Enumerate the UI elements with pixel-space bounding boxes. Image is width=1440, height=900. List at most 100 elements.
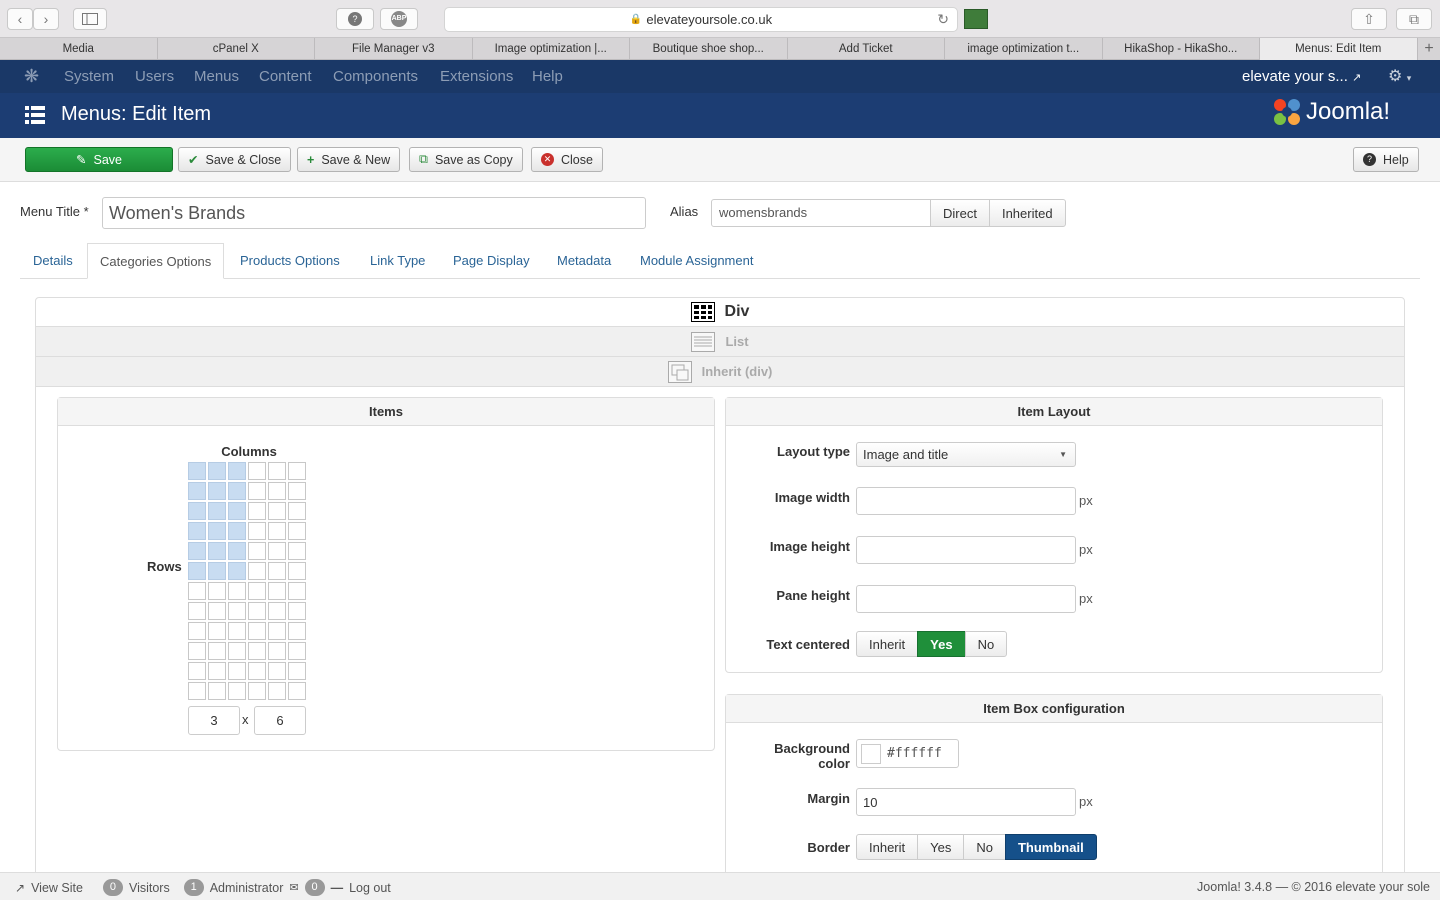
grid-cell[interactable] (288, 502, 306, 520)
save-button[interactable]: ✎ Save (25, 147, 173, 172)
grid-cell[interactable] (248, 462, 266, 480)
grid-cell[interactable] (188, 542, 206, 560)
grid-cell[interactable] (188, 482, 206, 500)
grid-cell[interactable] (208, 602, 226, 620)
grid-cell[interactable] (228, 582, 246, 600)
grid-cell[interactable] (288, 682, 306, 700)
sidebar-toggle-icon[interactable] (73, 8, 107, 30)
browser-tab[interactable]: Media (0, 38, 158, 60)
grid-cell[interactable] (188, 462, 206, 480)
grid-cell[interactable] (248, 482, 266, 500)
back-icon[interactable]: ‹ (7, 8, 33, 30)
extension-icon[interactable]: ? (336, 8, 374, 30)
grid-cell[interactable] (208, 542, 226, 560)
grid-cell[interactable] (228, 542, 246, 560)
grid-cell[interactable] (208, 462, 226, 480)
grid-cell[interactable] (188, 662, 206, 680)
border-no[interactable]: No (963, 834, 1006, 860)
image-width-input[interactable] (856, 487, 1076, 515)
tab-categories-options[interactable]: Categories Options (87, 243, 225, 279)
text-centered-yes[interactable]: Yes (917, 631, 966, 657)
grid-cell[interactable] (248, 582, 266, 600)
grid-cell[interactable] (188, 642, 206, 660)
nav-menus[interactable]: Menus (194, 60, 239, 93)
image-height-input[interactable] (856, 536, 1076, 564)
grid-cell[interactable] (188, 622, 206, 640)
nav-system[interactable]: System (64, 60, 114, 93)
grid-cell[interactable] (268, 582, 286, 600)
grid-cell[interactable] (228, 482, 246, 500)
grid-cell[interactable] (228, 502, 246, 520)
text-centered-inherit[interactable]: Inherit (856, 631, 919, 657)
grid-cell[interactable] (228, 642, 246, 660)
grid-cell[interactable] (288, 482, 306, 500)
grid-cell[interactable] (288, 462, 306, 480)
menu-title-input[interactable]: Women's Brands (102, 197, 646, 229)
text-centered-no[interactable]: No (964, 631, 1008, 657)
envelope-icon[interactable]: ✉ (289, 881, 298, 894)
grid-cell[interactable] (228, 682, 246, 700)
settings-gear-icon[interactable]: ⚙ ▾ (1388, 60, 1411, 93)
alias-inherited-button[interactable]: Inherited (988, 199, 1066, 227)
grid-cell[interactable] (268, 542, 286, 560)
grid-cell[interactable] (188, 522, 206, 540)
grid-cell[interactable] (288, 642, 306, 660)
grid-cell[interactable] (228, 462, 246, 480)
pane-height-input[interactable] (856, 585, 1076, 613)
grid-cell[interactable] (268, 462, 286, 480)
grid-cell[interactable] (188, 682, 206, 700)
grid-cell[interactable] (248, 662, 266, 680)
grid-cell[interactable] (268, 602, 286, 620)
border-inherit[interactable]: Inherit (856, 834, 919, 860)
save-new-button[interactable]: + Save & New (297, 147, 401, 172)
grid-cell[interactable] (208, 662, 226, 680)
bg-color-picker[interactable]: #ffffff (856, 739, 959, 768)
grid-cell[interactable] (248, 562, 266, 580)
layout-option-div[interactable]: Div (35, 297, 1405, 327)
layout-option-list[interactable]: List (35, 327, 1405, 357)
joomla-logo-icon[interactable]: ❋ (24, 67, 42, 85)
grid-cell[interactable] (248, 522, 266, 540)
alias-direct-button[interactable]: Direct (930, 199, 990, 227)
grid-cell[interactable] (268, 642, 286, 660)
layout-option-inherit[interactable]: Inherit (div) (35, 357, 1405, 387)
tab-products-options[interactable]: Products Options (240, 243, 340, 279)
nav-extensions[interactable]: Extensions (440, 60, 513, 93)
grid-cell[interactable] (228, 662, 246, 680)
alias-input[interactable]: womensbrands (711, 199, 931, 227)
grid-cell[interactable] (208, 622, 226, 640)
reload-icon[interactable]: ↻ (937, 11, 949, 28)
grid-cell[interactable] (188, 562, 206, 580)
browser-tab[interactable]: HikaShop - HikaSho... (1103, 38, 1260, 60)
grid-cell[interactable] (288, 662, 306, 680)
grid-cell[interactable] (228, 522, 246, 540)
url-bar[interactable]: 🔒 elevateyoursole.co.uk ↻ (444, 7, 958, 32)
grid-cell[interactable] (208, 482, 226, 500)
tab-metadata[interactable]: Metadata (557, 243, 611, 279)
grid-cell[interactable] (248, 642, 266, 660)
tab-link-type[interactable]: Link Type (370, 243, 425, 279)
nav-users[interactable]: Users (135, 60, 174, 93)
grid-cell[interactable] (208, 682, 226, 700)
share-icon[interactable]: ⇧ (1351, 8, 1387, 30)
tabs-overview-icon[interactable]: ⧉ (1396, 8, 1432, 30)
grid-cell[interactable] (228, 562, 246, 580)
grid-cell[interactable] (208, 522, 226, 540)
logout-link[interactable]: Log out (349, 881, 391, 895)
browser-tab[interactable]: Image optimization |... (473, 38, 630, 60)
grid-cell[interactable] (268, 502, 286, 520)
layout-type-select[interactable]: Image and title ▼ (856, 442, 1076, 467)
grid-cell[interactable] (268, 482, 286, 500)
grid-cell[interactable] (288, 582, 306, 600)
grid-cell[interactable] (288, 522, 306, 540)
nav-content[interactable]: Content (259, 60, 312, 93)
nav-components[interactable]: Components (333, 60, 418, 93)
view-site-link[interactable]: View Site (31, 881, 83, 895)
grid-cell[interactable] (288, 622, 306, 640)
grid-cell[interactable] (268, 522, 286, 540)
grid-cell[interactable] (208, 642, 226, 660)
grid-cell[interactable] (268, 682, 286, 700)
browser-tab[interactable]: Boutique shoe shop... (630, 38, 788, 60)
grid-cell[interactable] (248, 502, 266, 520)
forward-icon[interactable]: › (33, 8, 59, 30)
